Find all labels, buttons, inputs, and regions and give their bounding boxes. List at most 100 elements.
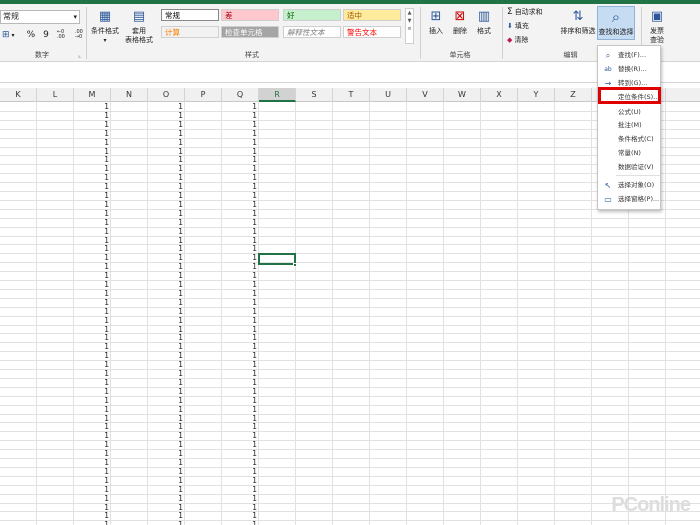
cell-value[interactable]: 1 [74,164,109,173]
cell-value[interactable]: 1 [222,494,257,503]
cell-value[interactable]: 1 [74,396,109,405]
cell-value[interactable]: 1 [74,262,109,271]
column-header-L[interactable]: L [37,88,74,102]
cell-style-0[interactable]: 常规 [161,9,219,21]
cell-value[interactable]: 1 [222,342,257,351]
cell-value[interactable]: 1 [74,342,109,351]
cell-value[interactable]: 1 [74,253,109,262]
column-header-M[interactable]: M [74,88,111,102]
cell-value[interactable]: 1 [222,298,257,307]
cell-value[interactable]: 1 [74,449,109,458]
cell-style-7[interactable]: 警告文本 [343,26,401,38]
cell-value[interactable]: 1 [74,431,109,440]
cell-value[interactable]: 1 [148,182,183,191]
cell-value[interactable]: 1 [148,111,183,120]
cell-value[interactable]: 1 [148,422,183,431]
cell-value[interactable]: 1 [74,378,109,387]
comma-style-button[interactable]: 9 [43,30,49,40]
cell-style-4[interactable]: 计算 [161,26,219,38]
cell-value[interactable]: 1 [222,271,257,280]
autosum-button[interactable]: Σ 自动求和 [507,7,543,17]
cell-value[interactable]: 1 [148,155,183,164]
percent-button[interactable]: % [27,30,36,40]
cell-value[interactable]: 1 [74,298,109,307]
cell-style-5[interactable]: 检查单元格 [221,26,279,38]
cell-value[interactable]: 1 [148,209,183,218]
cell-value[interactable]: 1 [148,129,183,138]
cell-value[interactable]: 1 [74,120,109,129]
cell-value[interactable]: 1 [222,102,257,111]
cell-value[interactable]: 1 [148,280,183,289]
cell-value[interactable]: 1 [74,280,109,289]
cell-value[interactable]: 1 [148,191,183,200]
cell-value[interactable]: 1 [222,120,257,129]
cell-value[interactable]: 1 [222,387,257,396]
cell-value[interactable]: 1 [148,298,183,307]
cell-value[interactable]: 1 [148,138,183,147]
format-button[interactable]: ▥ 格式 [473,6,495,36]
cell-value[interactable]: 1 [74,111,109,120]
cell-value[interactable]: 1 [148,458,183,467]
cell-value[interactable]: 1 [222,511,257,520]
formula-bar[interactable] [0,63,700,83]
cell-value[interactable]: 1 [74,494,109,503]
cell-value[interactable]: 1 [148,227,183,236]
cell-style-3[interactable]: 适中 [343,9,401,21]
gallery-scroll[interactable]: ▲ ▼ ≡ [405,8,414,44]
column-header-T[interactable]: T [333,88,370,102]
cell-value[interactable]: 1 [222,369,257,378]
column-header-X[interactable]: X [481,88,518,102]
cell-value[interactable]: 1 [74,405,109,414]
cell-value[interactable]: 1 [74,485,109,494]
menu-item-6[interactable]: 条件格式(C) [598,133,660,146]
cell-value[interactable]: 1 [74,102,109,111]
column-header-Z[interactable]: Z [555,88,592,102]
insert-button[interactable]: ⊞ 插入 [425,6,447,36]
menu-item-0[interactable]: ⌕ 查找(F)... [598,49,660,62]
cell-value[interactable]: 1 [222,333,257,342]
cell-value[interactable]: 1 [74,271,109,280]
menu-item-4[interactable]: 公式(U) [598,106,660,119]
cell-value[interactable]: 1 [148,271,183,280]
column-header-Q[interactable]: Q [222,88,259,102]
cell-value[interactable]: 1 [74,191,109,200]
cell-value[interactable]: 1 [222,244,257,253]
cell-value[interactable]: 1 [222,155,257,164]
column-header-W[interactable]: W [444,88,481,102]
cell-value[interactable]: 1 [222,449,257,458]
number-format-dropdown[interactable]: 常规 ▾ [0,10,80,24]
menu-item-1[interactable]: ab 替换(R)... [598,63,660,76]
cell-value[interactable]: 1 [222,485,257,494]
cell-value[interactable]: 1 [74,440,109,449]
cell-value[interactable]: 1 [222,164,257,173]
column-header-O[interactable]: O [148,88,185,102]
cell-value[interactable]: 1 [148,405,183,414]
cell-value[interactable]: 1 [148,120,183,129]
cell-value[interactable]: 1 [74,467,109,476]
cell-value[interactable]: 1 [74,227,109,236]
cell-value[interactable]: 1 [74,200,109,209]
cell-value[interactable]: 1 [148,387,183,396]
cell-value[interactable]: 1 [148,307,183,316]
format-as-table-button[interactable]: ▤ 套用 表格格式 [121,6,157,45]
cell-value[interactable]: 1 [74,209,109,218]
menu-item-7[interactable]: 常量(N) [598,147,660,160]
clear-button[interactable]: ◆ 清除 [507,35,528,45]
menu-item-5[interactable]: 批注(M) [598,119,660,132]
cell-value[interactable]: 1 [222,467,257,476]
cell-value[interactable]: 1 [148,396,183,405]
cell-value[interactable]: 1 [222,218,257,227]
cell-value[interactable]: 1 [222,476,257,485]
cell-value[interactable]: 1 [148,449,183,458]
cell-value[interactable]: 1 [74,316,109,325]
cell-value[interactable]: 1 [148,494,183,503]
cell-style-6[interactable]: 解释性文本 [283,26,341,38]
cell-value[interactable]: 1 [148,218,183,227]
cell-value[interactable]: 1 [148,431,183,440]
cell-value[interactable]: 1 [222,360,257,369]
sort-filter-button[interactable]: ⇅ 排序和筛选 [559,6,597,36]
cell-value[interactable]: 1 [74,129,109,138]
cell-value[interactable]: 1 [148,520,183,525]
cell-value[interactable]: 1 [222,227,257,236]
cell-value[interactable]: 1 [148,200,183,209]
